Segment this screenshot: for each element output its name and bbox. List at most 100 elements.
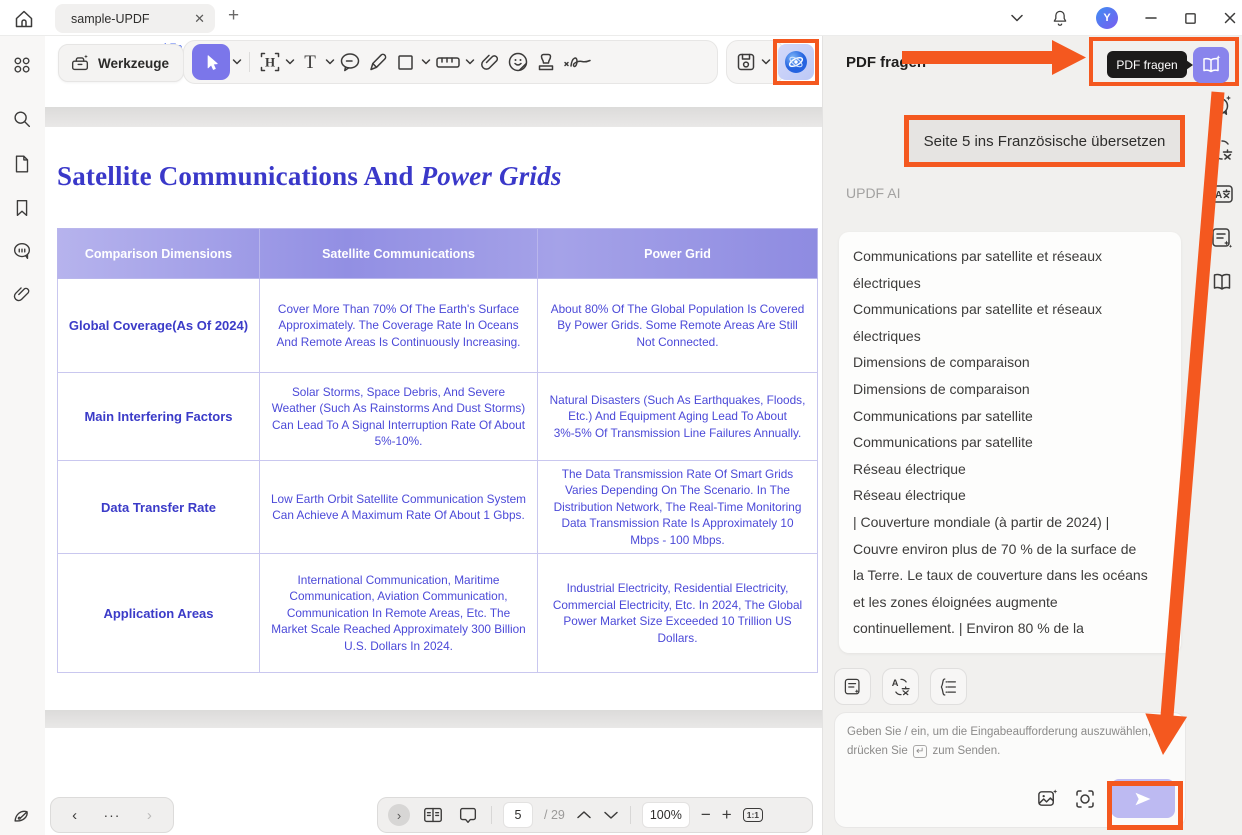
search-icon[interactable]: [11, 108, 33, 130]
summarize-icon[interactable]: [1209, 225, 1235, 251]
table-header-cell: Power Grid: [537, 228, 818, 279]
measure-tool-button[interactable]: [433, 49, 463, 75]
zoom-in-button[interactable]: +: [722, 805, 732, 825]
ai-response-label: UPDF AI: [846, 185, 901, 201]
toolbar-divider: [491, 806, 492, 824]
attachments-icon[interactable]: [11, 283, 33, 305]
heading-tool-button[interactable]: H: [257, 49, 283, 75]
save-button[interactable]: [733, 49, 759, 75]
chat-line: Communications par satellite et réseaux: [853, 248, 1103, 264]
square-shape-icon: [398, 55, 413, 70]
summarize-shortcut-button[interactable]: [834, 668, 871, 705]
page-number-input[interactable]: 5: [503, 802, 533, 828]
document-title: Satellite Communications And Power Grids: [57, 161, 562, 192]
ask-pdf-button[interactable]: [1193, 47, 1229, 83]
chat-line: Communications par satellite: [853, 407, 1033, 424]
shape-tool-button[interactable]: [393, 49, 419, 75]
text-icon: T: [304, 52, 316, 73]
ask-pdf-panel: PDF fragen PDF fragen Seite 5 ins Franzö…: [822, 36, 1242, 835]
chat-line: Communications par satellite: [853, 434, 1033, 451]
table-row: Application Areas International Communic…: [57, 553, 818, 673]
select-tool-button[interactable]: [192, 44, 230, 80]
translate-shortcut-button[interactable]: A: [882, 668, 919, 705]
chat-line: électriques: [853, 327, 921, 344]
comments-icon[interactable]: [11, 240, 33, 262]
next-page-button[interactable]: [603, 810, 619, 820]
apps-grid-icon[interactable]: [11, 54, 33, 76]
heading-tool-dropdown[interactable]: [285, 58, 295, 66]
annotation-tool-group: H T: [183, 40, 718, 84]
chat-line: continuellement. | Environ 80 % de la: [853, 620, 1084, 637]
signature-tool-button[interactable]: [561, 49, 595, 75]
save-dropdown[interactable]: [761, 58, 771, 66]
notifications-bell-icon[interactable]: [1050, 8, 1070, 28]
pdf-page-5: Satellite Communications And Power Grids…: [45, 127, 822, 710]
left-sidebar: [0, 36, 45, 835]
actual-size-button[interactable]: 1:1: [742, 808, 764, 822]
tab-close-icon[interactable]: ✕: [194, 11, 205, 27]
bookmark-icon[interactable]: [11, 197, 33, 219]
home-button[interactable]: [12, 7, 36, 31]
sticker-smiley-icon: [508, 52, 528, 72]
select-tool-dropdown[interactable]: [232, 58, 242, 66]
outline-shortcut-button[interactable]: [930, 668, 967, 705]
minimize-button[interactable]: [1144, 11, 1158, 25]
translate-page-icon[interactable]: A: [1209, 181, 1235, 207]
user-avatar[interactable]: Y: [1096, 7, 1118, 29]
page-separator: [45, 107, 822, 127]
nav-forward-button[interactable]: ›: [147, 807, 152, 824]
zoom-level-input[interactable]: 100%: [641, 802, 690, 828]
table-cell-dimension: Data Transfer Rate: [57, 460, 260, 554]
chat-line: Réseau électrique: [853, 487, 966, 504]
document-tab[interactable]: sample-UPDF ✕: [55, 4, 215, 33]
new-tab-button[interactable]: +: [228, 5, 239, 27]
maximize-button[interactable]: [1184, 12, 1197, 25]
table-header-cell: Comparison Dimensions: [57, 228, 260, 279]
translate-icon[interactable]: A: [1209, 137, 1235, 163]
more-pages-button[interactable]: ···: [103, 807, 120, 823]
close-button[interactable]: [1223, 11, 1237, 25]
presentation-mode-icon[interactable]: [456, 804, 480, 826]
table-row: Main Interfering Factors Solar Storms, S…: [57, 372, 818, 461]
previous-page-edge: [45, 100, 822, 107]
sticker-tool-button[interactable]: [505, 49, 531, 75]
comment-tool-button[interactable]: [337, 49, 363, 75]
svg-text:H: H: [265, 55, 275, 70]
expand-panel-button[interactable]: ›: [388, 804, 410, 826]
ai-tool-highlight-box: [773, 39, 819, 85]
measure-tool-dropdown[interactable]: [465, 58, 475, 66]
placeholder-text: drücken Sie: [847, 745, 908, 757]
page-separator: [45, 710, 822, 728]
signature-icon: [564, 57, 591, 68]
previous-page-button[interactable]: [576, 810, 592, 820]
attachment-tool-button[interactable]: [477, 49, 503, 75]
pages-icon[interactable]: [11, 153, 33, 175]
text-tool-button[interactable]: T: [297, 49, 323, 75]
nav-back-button[interactable]: ‹: [72, 807, 77, 824]
add-image-icon[interactable]: [1036, 787, 1059, 810]
ai-response-card[interactable]: Communications par satellite et réseaux é…: [839, 232, 1181, 653]
werkzeuge-button[interactable]: Werkzeuge: [58, 44, 185, 82]
reader-book-icon[interactable]: [1209, 269, 1235, 295]
chat-line: Dimensions de comparaison: [853, 354, 1030, 371]
book-sparkle-icon: [1203, 55, 1221, 73]
stamp-tool-button[interactable]: [533, 49, 559, 75]
zoom-out-button[interactable]: −: [701, 805, 711, 825]
suggestion-button[interactable]: Seite 5 ins Französische übersetzen: [924, 133, 1166, 150]
table-cell-satellite: Low Earth Orbit Satellite Communication …: [259, 460, 538, 554]
updf-ai-button[interactable]: [778, 44, 814, 80]
heading-icon: H: [260, 52, 280, 72]
ask-pdf-highlight-box: PDF fragen: [1089, 37, 1239, 86]
shape-tool-dropdown[interactable]: [421, 58, 431, 66]
ink-pen-icon[interactable]: [11, 804, 33, 826]
two-page-view-icon[interactable]: [421, 804, 445, 826]
pen-tool-button[interactable]: [365, 49, 391, 75]
ai-chat-icon[interactable]: [1209, 93, 1235, 119]
toolbox-icon: [71, 54, 89, 71]
chevron-down-icon[interactable]: [1010, 13, 1024, 23]
panel-title: PDF fragen: [846, 54, 927, 71]
app-window: sample-UPDF ✕ + Y l Fo Werkzeuge: [0, 0, 1242, 835]
screenshot-camera-icon[interactable]: [1073, 787, 1097, 811]
document-viewport[interactable]: Satellite Communications And Power Grids…: [45, 100, 822, 835]
text-tool-dropdown[interactable]: [325, 58, 335, 66]
